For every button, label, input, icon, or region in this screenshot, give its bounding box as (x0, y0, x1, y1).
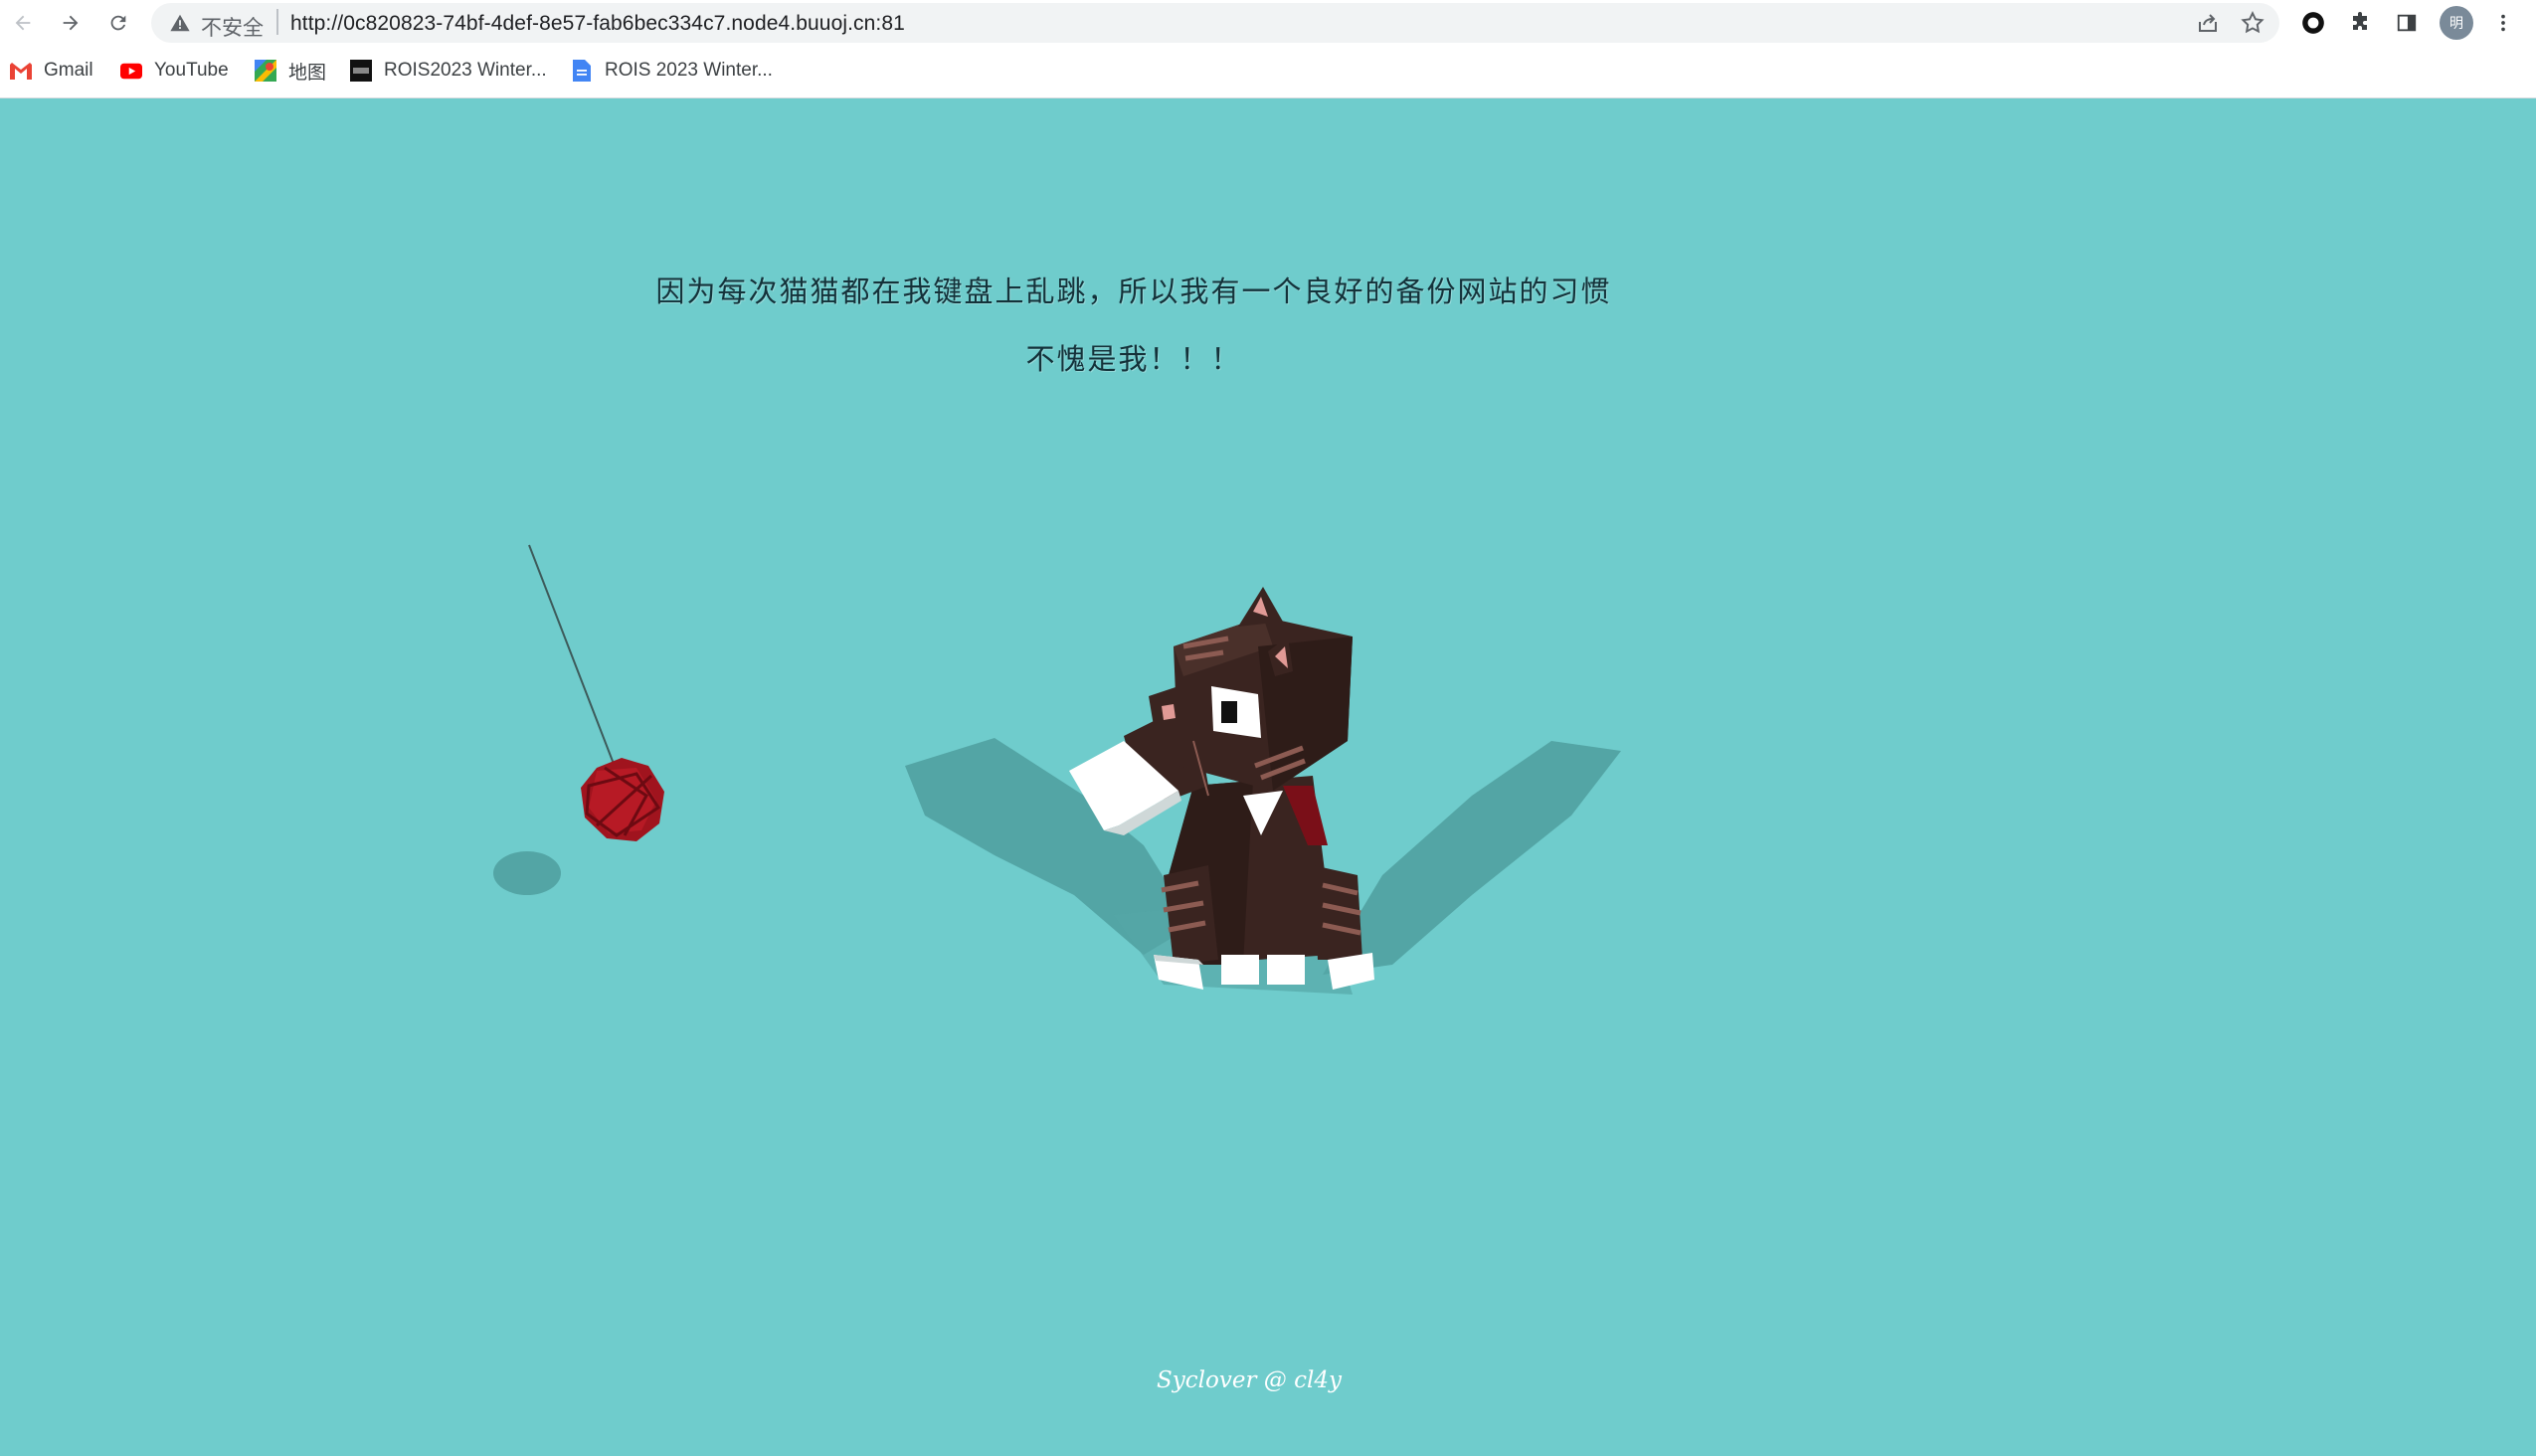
bookmark-label: YouTube (154, 60, 229, 81)
yarn-ball (581, 758, 664, 841)
gmail-icon (10, 60, 32, 82)
bookmark-label: ROIS 2023 Winter... (605, 60, 773, 81)
browser-menu-icon[interactable] (2486, 6, 2520, 40)
reload-button[interactable] (101, 6, 135, 40)
footer-credit: Syclover @ cl4y (1157, 1367, 1342, 1393)
yarn-shadow (493, 851, 561, 895)
url-text[interactable]: http://0c820823-74bf-4def-8e57-fab6bec33… (290, 12, 905, 36)
bookmark-label: ROIS2023 Winter... (384, 60, 547, 81)
profile-avatar[interactable]: 明 (2440, 6, 2473, 40)
extension-circle-icon[interactable] (2296, 6, 2330, 40)
bookmark-maps[interactable]: 地图 (255, 56, 326, 86)
browser-chrome: 不安全 http://0c820823-74bf-4def-8e57-fab6b… (0, 0, 2536, 98)
forward-button[interactable] (54, 6, 88, 40)
forward-arrow-icon (63, 15, 79, 31)
bookmark-label: 地图 (288, 62, 327, 84)
bookmark-rois-2023-doc[interactable]: ROIS 2023 Winter... (571, 56, 773, 86)
reload-icon (110, 15, 126, 31)
rois-icon (350, 60, 372, 82)
docs-icon (571, 60, 593, 82)
bookmark-gmail[interactable]: Gmail (10, 56, 93, 86)
bookmark-star-icon[interactable] (2240, 10, 2265, 36)
bookmark-label: Gmail (44, 60, 93, 81)
maps-icon (255, 60, 276, 82)
back-arrow-icon (15, 15, 31, 31)
cat-shadow-right (1323, 741, 1621, 975)
extensions-puzzle-icon[interactable] (2343, 6, 2377, 40)
address-separator (276, 9, 278, 35)
security-label[interactable]: 不安全 (201, 12, 264, 42)
yarn-string (528, 544, 615, 765)
bookmark-rois2023[interactable]: ROIS2023 Winter... (350, 56, 547, 86)
warning-icon (170, 14, 190, 32)
youtube-icon (120, 60, 142, 82)
side-panel-icon[interactable] (2390, 6, 2424, 40)
share-icon[interactable] (2196, 11, 2220, 35)
address-bar[interactable]: 不安全 http://0c820823-74bf-4def-8e57-fab6b… (151, 3, 2279, 43)
bookmark-youtube[interactable]: YouTube (120, 56, 229, 86)
back-button[interactable] (6, 6, 40, 40)
cat-scene (493, 544, 1621, 995)
